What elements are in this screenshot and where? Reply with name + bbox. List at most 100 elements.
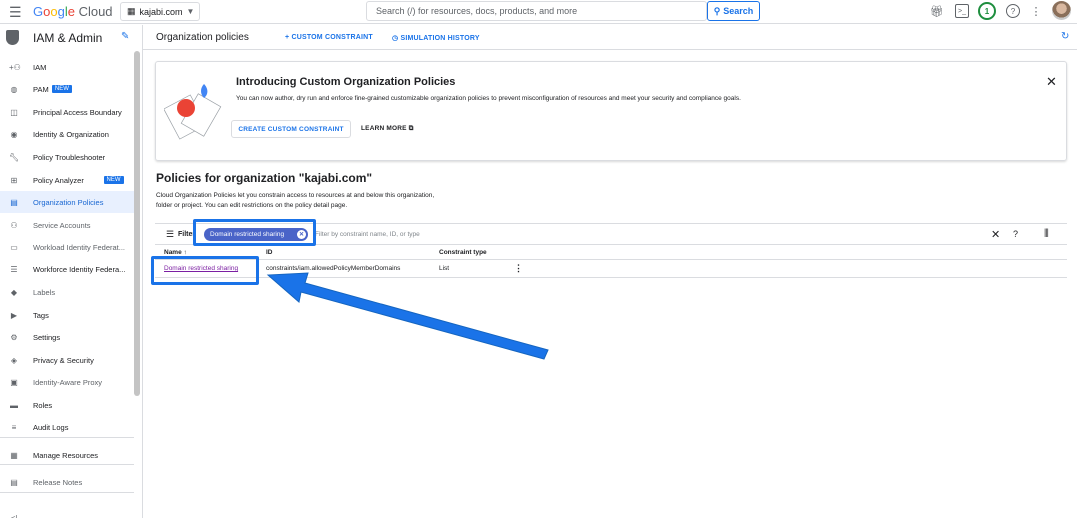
cloud-shell-icon[interactable]: >_ xyxy=(955,4,969,18)
iam-shield-icon xyxy=(6,30,19,45)
analyzer-icon: ⊞ xyxy=(10,175,18,185)
new-badge: NEW xyxy=(51,85,72,93)
boundary-icon: ◫ xyxy=(10,107,18,117)
sidebar-item-label: Policy Analyzer xyxy=(33,175,84,185)
shield-clock-icon: ◍ xyxy=(10,84,18,94)
sidebar-item-policy-troubleshooter[interactable]: 🔧︎ Policy Troubleshooter xyxy=(0,146,134,168)
sidebar-item-label: Release Notes xyxy=(33,477,83,487)
pin-icon[interactable]: ✎ xyxy=(121,31,129,42)
sidebar-item-label: Principal Access Boundary xyxy=(33,107,122,117)
notification-badge[interactable]: 1 xyxy=(978,2,996,20)
collapse-sidebar-button[interactable]: <| xyxy=(0,507,134,518)
sidebar-item-manage-resources[interactable]: ▦ Manage Resources xyxy=(0,444,134,466)
filter-icon: ☰ xyxy=(166,229,175,239)
search-button[interactable]: ⚲ Search xyxy=(707,1,760,21)
notes-icon: ▤ xyxy=(10,477,18,487)
doc-icon: ▤ xyxy=(10,197,18,207)
gift-icon[interactable]: 🎁︎ xyxy=(930,4,944,18)
sidebar-item-label: PAM xyxy=(33,84,49,94)
project-name: kajabi.com xyxy=(139,6,183,17)
sidebar-item-label: Organization Policies xyxy=(33,197,104,207)
sidebar-divider xyxy=(0,492,134,493)
custom-policy-illustration xyxy=(164,84,222,140)
shield-icon: ◈ xyxy=(10,355,18,365)
more-vert-icon[interactable]: ⋮ xyxy=(1029,4,1043,18)
sidebar-item-release-notes[interactable]: ▤ Release Notes xyxy=(0,471,134,493)
sidebar-item-label: Workload Identity Federat... xyxy=(33,242,125,252)
close-icon[interactable]: ✕ xyxy=(1046,74,1057,90)
sidebar-item-label: Workforce Identity Federa... xyxy=(33,264,126,274)
folder-icon: ▦ xyxy=(10,450,18,460)
top-bar: ☰ Google Cloud ▦ kajabi.com ▼ Search (/)… xyxy=(0,0,1077,24)
sidebar-item-tags[interactable]: ▶ Tags xyxy=(0,304,134,326)
project-picker[interactable]: ▦ kajabi.com ▼ xyxy=(120,2,200,21)
row-highlight-box xyxy=(151,256,259,285)
filter-input[interactable]: Filter by constraint name, ID, or type xyxy=(315,231,420,238)
sidebar-item-principal-access-boundary[interactable]: ◫ Principal Access Boundary xyxy=(0,101,134,123)
sidebar-item-organization-policies[interactable]: ▤ Organization Policies xyxy=(0,191,134,213)
learn-more-link[interactable]: LEARN MORE ⧉ xyxy=(361,125,414,133)
column-header-name[interactable]: Name ↑ xyxy=(164,249,187,256)
sidebar-divider xyxy=(0,437,134,438)
sidebar-divider xyxy=(0,464,134,465)
collapse-icon: <| xyxy=(10,513,18,518)
sidebar-header: IAM & Admin ✎ xyxy=(0,25,143,50)
gear-icon: ⚙ xyxy=(10,332,18,342)
sidebar-item-label: IAM xyxy=(33,62,47,72)
search-input[interactable]: Search (/) for resources, docs, products… xyxy=(366,1,707,21)
sidebar-item-labels[interactable]: ◆ Labels xyxy=(0,281,134,303)
sidebar-item-label: Labels xyxy=(33,287,56,297)
column-header-id[interactable]: ID xyxy=(266,249,273,256)
banner-description: You can now author, dry run and enforce … xyxy=(236,95,741,102)
sidebar-item-identity-organization[interactable]: ◉ Identity & Organization xyxy=(0,123,134,145)
simulation-history-button[interactable]: ◷ SIMULATION HISTORY xyxy=(392,34,480,42)
card-icon: ▭ xyxy=(10,242,18,252)
column-header-constraint-type[interactable]: Constraint type xyxy=(439,249,487,256)
chip-highlight-box xyxy=(193,219,316,246)
sidebar-item-policy-analyzer[interactable]: ⊞ Policy Analyzer NEW xyxy=(0,169,134,191)
service-account-icon: ⚇ xyxy=(10,220,18,230)
sidebar-item-label: Identity-Aware Proxy xyxy=(33,377,103,387)
sidebar-item-pam[interactable]: ◍ PAM NEW xyxy=(0,78,134,100)
sort-up-icon: ↑ xyxy=(181,249,187,256)
sidebar-item-label: Tags xyxy=(33,310,49,320)
hamburger-menu-icon[interactable]: ☰ xyxy=(9,4,22,20)
policies-section-description: Cloud Organization Policies let you cons… xyxy=(156,192,435,209)
help-icon[interactable]: ? xyxy=(1006,4,1020,18)
create-custom-constraint-button[interactable]: CREATE CUSTOM CONSTRAINT xyxy=(231,120,351,138)
tag-icon: ▶ xyxy=(10,310,18,320)
sidebar-item-audit-logs[interactable]: ≡ Audit Logs xyxy=(0,416,134,438)
sidebar-scrollbar[interactable] xyxy=(134,51,140,396)
policies-section-title: Policies for organization "kajabi.com" xyxy=(156,171,373,185)
sidebar-item-label: Service Accounts xyxy=(33,220,91,230)
google-cloud-logo[interactable]: Google Cloud xyxy=(33,5,113,19)
roles-icon: ▬ xyxy=(10,400,18,410)
sidebar-item-label: Identity & Organization xyxy=(33,129,109,139)
person-add-icon: +⚇ xyxy=(9,62,21,72)
sidebar-item-service-accounts[interactable]: ⚇ Service Accounts xyxy=(0,214,134,236)
sidebar-item-iam[interactable]: +⚇ IAM xyxy=(0,56,134,78)
page-title: Organization policies xyxy=(156,32,249,43)
sidebar-item-identity-aware-proxy[interactable]: ▣ Identity-Aware Proxy xyxy=(0,371,134,393)
sidebar-item-workload-identity-federat[interactable]: ▭ Workload Identity Federat... xyxy=(0,236,134,258)
identity-icon: ◉ xyxy=(10,129,18,139)
sidebar-item-workforce-identity-federa[interactable]: ☰ Workforce Identity Federa... xyxy=(0,258,134,280)
clear-filter-icon[interactable]: ✕ xyxy=(991,228,1000,241)
sidebar-item-label: Manage Resources xyxy=(33,450,99,460)
column-display-icon[interactable]: ⦀ xyxy=(1044,228,1049,241)
main-header: Organization policies + CUSTOM CONSTRAIN… xyxy=(143,25,1077,50)
sidebar-item-label: Audit Logs xyxy=(33,422,69,432)
new-badge: NEW xyxy=(103,176,124,184)
refresh-icon[interactable]: ↻ xyxy=(1061,31,1069,42)
wrench-icon: 🔧︎ xyxy=(9,152,20,162)
sidebar-item-privacy-security[interactable]: ◈ Privacy & Security xyxy=(0,349,134,371)
help-circle-icon[interactable]: ? xyxy=(1013,229,1018,239)
row-actions-icon[interactable]: ⋮ xyxy=(514,263,523,274)
sidebar-item-settings[interactable]: ⚙ Settings xyxy=(0,326,134,348)
custom-constraint-button[interactable]: + CUSTOM CONSTRAINT xyxy=(285,34,373,41)
sidebar: IAM & Admin ✎ +⚇ IAM ◍ PAM NEW ◫ Principal Acc… xyxy=(0,25,143,518)
search-icon: ⚲ xyxy=(713,5,721,16)
sidebar-item-roles[interactable]: ▬ Roles xyxy=(0,394,134,416)
sidebar-item-label: Policy Troubleshooter xyxy=(33,152,106,162)
avatar[interactable] xyxy=(1052,1,1071,20)
